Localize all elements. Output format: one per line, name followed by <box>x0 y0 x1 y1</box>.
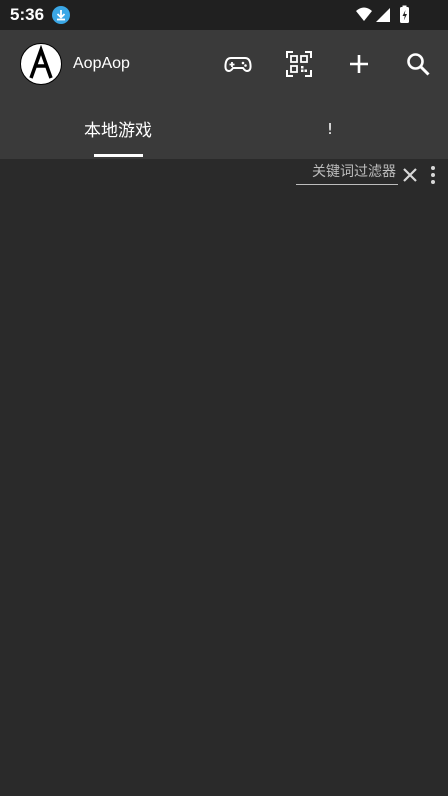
tab-second[interactable]: ! <box>218 98 442 159</box>
filter-row <box>0 159 448 189</box>
qr-scan-icon[interactable] <box>285 50 313 78</box>
signal-icon <box>376 8 390 22</box>
wifi-icon <box>356 7 372 21</box>
gamepad-icon[interactable] <box>224 50 252 78</box>
tab-label: 本地游戏 <box>84 121 152 141</box>
app-title: AopAop <box>73 55 130 72</box>
tab-local-games[interactable]: 本地游戏 <box>6 98 230 159</box>
tab-label: ! <box>326 119 333 138</box>
keyword-filter-input[interactable] <box>296 159 398 185</box>
add-icon[interactable] <box>345 50 373 78</box>
content-area <box>0 189 448 796</box>
download-icon <box>52 6 70 24</box>
app-logo <box>20 43 62 85</box>
close-icon[interactable] <box>402 167 418 183</box>
tab-bar: 本地游戏 ! <box>0 98 448 159</box>
status-time: 5:36 <box>10 5 45 24</box>
tab-indicator <box>94 154 143 157</box>
status-bar: 5:36 <box>0 0 448 30</box>
status-icons <box>354 5 418 25</box>
battery-charging-icon <box>400 5 409 23</box>
app-bar: AopAop <box>0 30 448 98</box>
more-options-icon[interactable] <box>426 165 440 185</box>
search-icon[interactable] <box>404 50 432 78</box>
